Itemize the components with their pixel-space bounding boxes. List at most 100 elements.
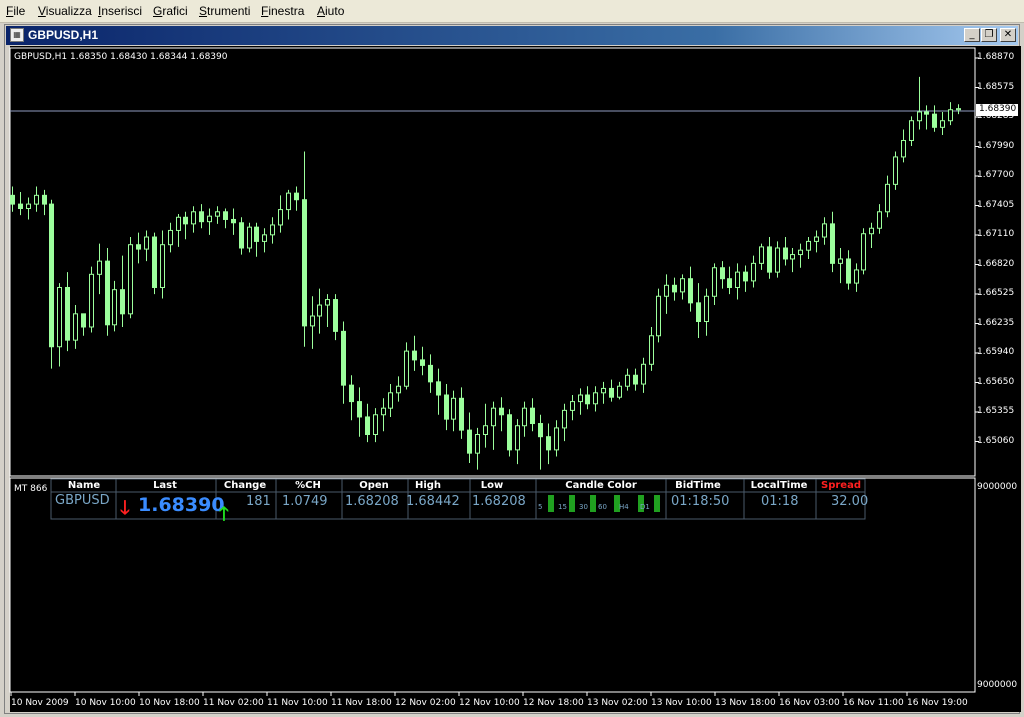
candle-body-down [18, 203, 23, 209]
value-low: 1.68208 [472, 494, 526, 509]
candle-body-up [664, 284, 669, 297]
value-name: GBPUSD [55, 493, 110, 508]
candle-body-up [885, 183, 890, 213]
candle-body-up [751, 262, 756, 282]
candle-timeframe-label: H4 [619, 503, 629, 511]
candle-body-down [783, 247, 788, 260]
candle-body-up [207, 215, 212, 223]
candle-body-down [136, 244, 141, 250]
candle-body-up [396, 385, 401, 394]
candle-body-up [491, 407, 496, 427]
candle-body-down [231, 218, 236, 224]
candle-body-down [199, 211, 204, 223]
candle-body-up [278, 209, 283, 226]
candle-body-down [10, 194, 15, 205]
candle-body-up [176, 216, 181, 231]
candle-body-up [160, 244, 165, 288]
candle-body-up [680, 278, 685, 293]
time-axis-label: 11 Nov 02:00 [203, 698, 264, 708]
candle-body-up [956, 108, 961, 111]
candle-body-up [759, 246, 764, 264]
candle-body-up [578, 394, 583, 403]
candle-body-up [775, 247, 780, 273]
candle-body-up [617, 385, 622, 398]
value-bidtime: 01:18:50 [671, 494, 730, 509]
candle-timeframe-label: 30 [579, 503, 588, 511]
candle-body-up [909, 120, 914, 141]
candle-body-up [57, 286, 62, 348]
header-pch: %CH [295, 480, 321, 491]
candle-body-up [247, 226, 252, 249]
candle-body-up [554, 427, 559, 451]
candle-body-down [357, 401, 362, 418]
candle-body-up [381, 407, 386, 416]
arrow-up-icon: 🡑 [219, 503, 229, 525]
candle-body-up [144, 236, 149, 250]
candle-body-down [223, 211, 228, 220]
candle-body-up [601, 387, 606, 394]
time-axis-label: 12 Nov 10:00 [459, 698, 520, 708]
time-axis-label: 10 Nov 18:00 [139, 698, 200, 708]
candle-body-up [869, 227, 874, 235]
candle-body-up [483, 425, 488, 436]
chart-info-line: GBPUSD,H1 1.68350 1.68430 1.68344 1.6839… [14, 52, 228, 62]
price-axis-label: 1.65940 [977, 347, 1015, 357]
time-axis-label: 12 Nov 02:00 [395, 698, 456, 708]
candle-body-down [467, 429, 472, 454]
candle-body-up [388, 392, 393, 409]
candle-body-down [688, 278, 693, 304]
candle-body-up [515, 425, 520, 451]
candle-body-down [459, 397, 464, 431]
header-change: Change [223, 480, 267, 491]
time-axis-label: 13 Nov 02:00 [587, 698, 648, 708]
candle-body-down [302, 199, 307, 327]
candle-body-up [325, 299, 330, 306]
candle-body-down [42, 194, 47, 205]
candle-body-up [215, 211, 220, 217]
header-high: High [414, 480, 442, 491]
candle-body-down [120, 289, 125, 315]
candle-body-down [105, 260, 110, 326]
header-name: Name [67, 480, 101, 491]
candle-body-up [893, 156, 898, 185]
price-axis-label: 1.65355 [977, 406, 1015, 416]
candle-body-up [798, 249, 803, 256]
header-low: Low [480, 480, 504, 491]
candle-body-down [444, 394, 449, 420]
time-axis-label: 10 Nov 10:00 [75, 698, 136, 708]
candle-body-up [877, 211, 882, 229]
candle-body-up [704, 295, 709, 323]
candle-body-down [349, 384, 354, 403]
time-axis-label: 11 Nov 18:00 [331, 698, 392, 708]
candle-body-down [333, 299, 338, 332]
candle-body-up [404, 350, 409, 387]
candle-body-up [790, 254, 795, 260]
price-axis-label: 1.67110 [977, 229, 1015, 239]
candle-body-down [633, 374, 638, 385]
candle-body-up [562, 409, 567, 429]
indicator-axis-top: 9000000 [977, 482, 1018, 492]
candle-body-up [641, 363, 646, 385]
candle-body-up [522, 407, 527, 427]
time-axis-label: 11 Nov 10:00 [267, 698, 328, 708]
candlestick-chart[interactable] [0, 0, 1024, 717]
candle-body-up [128, 244, 133, 315]
candle-body-up [861, 233, 866, 271]
candle-body-down [49, 203, 54, 348]
candle-body-up [191, 211, 196, 225]
candle-body-down [412, 350, 417, 361]
candle-body-up [806, 240, 811, 251]
indicator-axis-bottom: 9000000 [977, 680, 1018, 690]
candle-body-up [97, 260, 102, 275]
candle-body-up [901, 139, 906, 158]
candle-body-up [712, 267, 717, 297]
candle-body-up [940, 120, 945, 128]
candle-body-down [365, 416, 370, 436]
candle-body-up [917, 111, 922, 122]
current-price-tag: 1.68390 [976, 104, 1018, 116]
time-axis-label: 13 Nov 18:00 [715, 698, 776, 708]
candle-timeframe-label: 5 [538, 503, 543, 511]
value-last: 1.68390 [138, 494, 225, 516]
candle-body-down [420, 359, 425, 366]
time-axis-label: 12 Nov 18:00 [523, 698, 584, 708]
